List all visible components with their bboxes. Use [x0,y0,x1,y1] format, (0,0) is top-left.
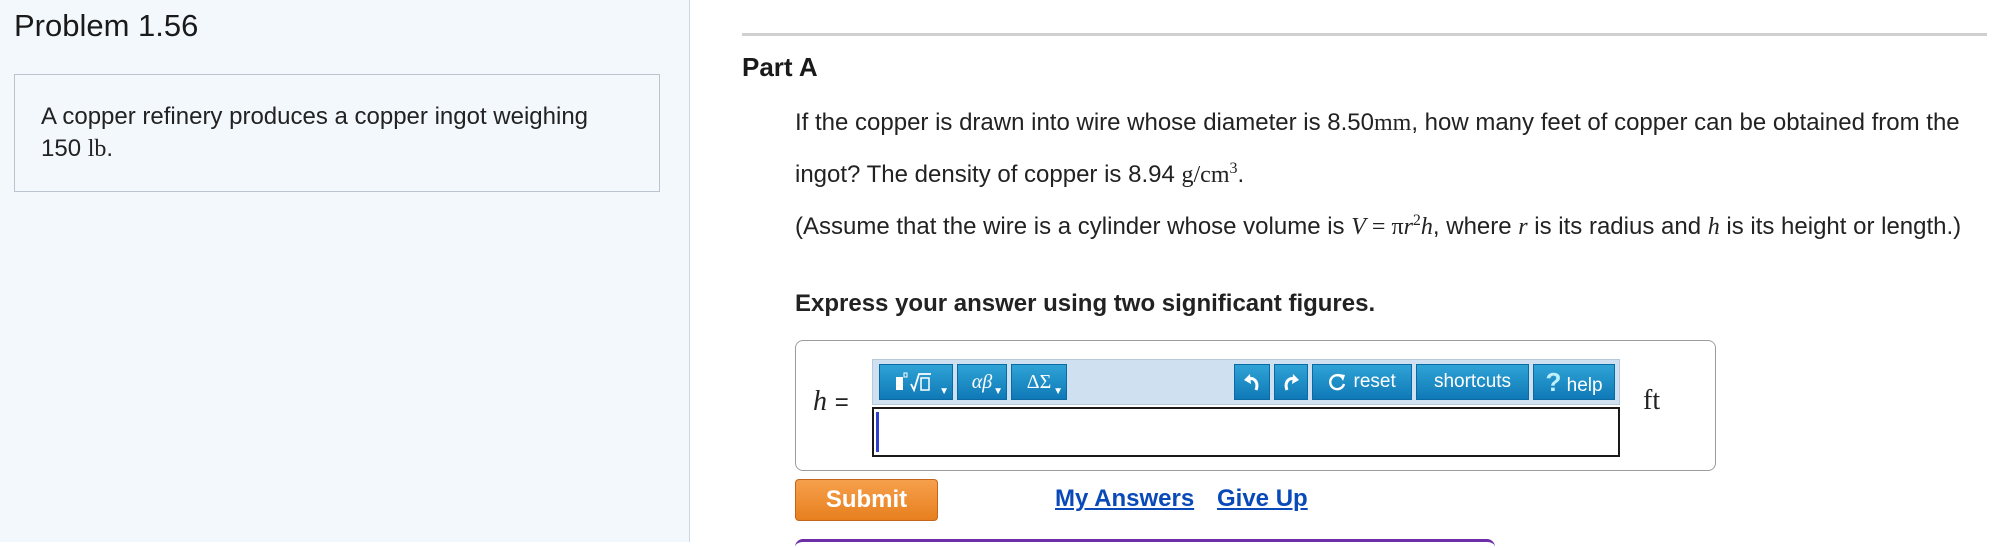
question-segment: . [1237,161,1245,188]
intro-text: A copper refinery produces a copper ingo… [41,103,589,162]
density-unit: g/cm [1181,162,1230,188]
text-cursor [876,412,879,452]
intro-unit: lb [87,136,107,162]
help-label: help [1566,375,1603,396]
assumption-segment: is its radius and [1534,213,1702,240]
symbols-label: ΔΣ [1026,371,1052,393]
shortcuts-label: shortcuts [1433,371,1512,392]
question-text: If the copper is drawn into wire whose d… [795,100,1995,250]
diameter-value: 8.50 [1327,109,1374,136]
reset-icon [1328,371,1353,392]
redo-button[interactable] [1274,364,1308,400]
problem-intro: A copper refinery produces a copper ingo… [14,74,660,192]
assumption-paragraph: (Assume that the wire is a cylinder whos… [795,198,1995,250]
assumption-segment: , where [1432,213,1512,240]
problem-sidebar: Problem 1.56 A copper refinery produces … [0,0,690,542]
density-exponent: 3 [1229,160,1238,177]
templates-button[interactable]: ▼ [879,364,953,400]
answer-unit: ft [1643,385,1661,416]
divider [742,33,1987,36]
answer-variable-label: h = [813,385,849,418]
formula-h: h [1420,214,1433,240]
part-title: Part A [742,52,818,82]
assumption-segment: (Assume that the wire is a cylinder whos… [795,213,1345,240]
formula-r: r [1403,214,1413,240]
give-up-link[interactable]: Give Up [1217,485,1308,513]
chevron-down-icon: ▼ [993,386,1003,397]
diameter-unit: mm [1373,110,1412,136]
help-button[interactable]: ? help [1533,364,1615,400]
variable-r: r [1518,214,1528,240]
math-toolbar: ▼ αβ ▼ ΔΣ ▼ reset shortcuts ? help [872,359,1620,405]
density-value: 8.94 [1128,161,1175,188]
formula-equals: = π [1365,214,1404,240]
question-paragraph: If the copper is drawn into wire whose d… [795,100,1995,198]
formula-exponent: 2 [1412,212,1421,229]
greek-letters-button[interactable]: αβ ▼ [957,364,1007,400]
equals-sign: = [834,389,849,416]
feedback-box-edge [795,539,1495,548]
answer-instructions: Express your answer using two significan… [795,290,1376,317]
chevron-down-icon: ▼ [1053,386,1063,397]
symbols-button[interactable]: ΔΣ ▼ [1011,364,1067,400]
answer-variable: h [813,386,827,417]
submit-button[interactable]: Submit [795,479,938,521]
intro-end: . [106,135,114,162]
variable-h: h [1707,214,1720,240]
question-mark-icon: ? [1545,367,1562,397]
assumption-segment: is its height or length.) [1726,213,1962,240]
answer-input[interactable] [872,407,1620,457]
question-segment: If the copper is drawn into wire whose d… [795,109,1321,136]
answer-box: h = ▼ αβ ▼ ΔΣ ▼ reset shortcuts ? help f… [795,340,1716,471]
templates-icon [894,371,938,393]
shortcuts-button[interactable]: shortcuts [1416,364,1529,400]
problem-title: Problem 1.56 [14,8,199,43]
my-answers-link[interactable]: My Answers [1055,485,1194,513]
reset-button[interactable]: reset [1312,364,1412,400]
chevron-down-icon: ▼ [939,386,949,397]
formula-V: V [1351,214,1366,240]
reset-label: reset [1353,371,1396,392]
greek-label: αβ [971,371,993,393]
undo-button[interactable] [1234,364,1270,400]
redo-icon [1280,371,1302,393]
undo-icon [1241,371,1263,393]
